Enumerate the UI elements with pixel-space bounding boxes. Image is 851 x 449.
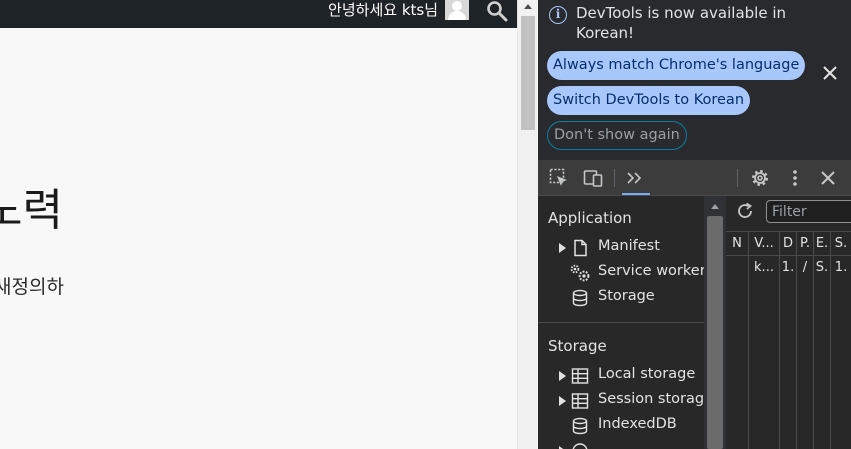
storage-view-panel: N V... k... D 1. P. / E. S. S. 1. [726, 196, 851, 449]
settings-gear-icon[interactable] [750, 168, 770, 188]
devtools-toolbar [538, 160, 851, 196]
database-icon [572, 417, 588, 435]
column-header[interactable]: P. [797, 233, 813, 255]
table-icon [571, 368, 589, 384]
page-subtext: 새정의하 [0, 276, 64, 298]
column-header[interactable]: V... [749, 233, 779, 255]
devtools-panel: i DevTools is now available in Korean! A… [538, 0, 851, 449]
file-icon [574, 239, 587, 257]
refresh-icon[interactable] [735, 201, 755, 221]
sidebar-header-application: Application [548, 209, 632, 227]
data-grid: N V... k... D 1. P. / E. S. S. 1. [726, 231, 851, 449]
column-header[interactable]: S. [831, 233, 851, 255]
infobar-message: DevTools is now available in Korean! [576, 4, 786, 42]
switch-to-korean-button[interactable]: Switch DevTools to Korean [547, 86, 751, 115]
grid-column[interactable]: P. / [797, 232, 814, 449]
grid-cell[interactable]: k... [749, 257, 779, 279]
cookie-icon [572, 443, 588, 449]
sidebar-item-label: Manifest [598, 238, 660, 254]
language-infobar: i DevTools is now available in Korean! A… [538, 0, 851, 160]
web-page: 안녕하세요 kts님 노력 새정의하 [0, 0, 517, 449]
sidebar-item-service-workers[interactable]: Service workers [538, 261, 704, 285]
more-options-icon[interactable] [785, 168, 805, 188]
filter-input[interactable] [766, 200, 851, 223]
sidebar-item-manifest[interactable]: Manifest [538, 236, 704, 260]
grid-cell[interactable]: 1. [831, 257, 851, 279]
grid-column[interactable]: V... k... [749, 232, 780, 449]
grid-cell[interactable]: 1. [780, 257, 796, 279]
always-match-language-button[interactable]: Always match Chrome's language [547, 51, 806, 80]
sidebar-item-label: Session storage [598, 391, 704, 407]
page-scrollbar-thumb[interactable] [521, 16, 535, 130]
gears-icon [570, 264, 590, 282]
user-greeting[interactable]: 안녕하세요 kts님 [328, 0, 438, 22]
column-header[interactable]: N [726, 233, 748, 255]
sidebar-item-storage[interactable]: Storage [538, 286, 704, 310]
grid-cell[interactable] [726, 257, 748, 279]
expand-arrow-icon[interactable] [559, 371, 566, 381]
close-infobar-icon[interactable] [822, 65, 838, 81]
sidebar-scrollbar[interactable] [704, 196, 726, 449]
column-header[interactable]: E. [814, 233, 830, 255]
info-icon: i [549, 6, 567, 24]
page-heading: 노력 [0, 185, 63, 236]
table-icon [571, 393, 589, 409]
grid-column[interactable]: S. 1. [831, 232, 851, 449]
sidebar-scrollbar-thumb[interactable] [707, 216, 723, 449]
expand-arrow-icon[interactable] [559, 243, 566, 253]
grid-column[interactable]: D 1. [780, 232, 797, 449]
avatar-icon[interactable] [445, 0, 469, 20]
sidebar-item-cookies[interactable] [538, 439, 704, 449]
sidebar-item-label: Storage [598, 288, 655, 304]
scroll-up-arrow-icon[interactable] [711, 204, 719, 209]
active-tab-indicator [622, 193, 650, 195]
scroll-up-arrow-icon[interactable] [524, 4, 532, 9]
close-devtools-icon[interactable] [818, 168, 838, 188]
sidebar-item-session-storage[interactable]: Session storage [538, 389, 704, 413]
device-toolbar-icon[interactable] [583, 168, 603, 188]
expand-arrow-icon[interactable] [559, 396, 566, 406]
sidebar-item-label: Local storage [598, 366, 696, 382]
sidebar-item-local-storage[interactable]: Local storage [538, 364, 704, 388]
database-icon [572, 289, 588, 307]
grid-cell[interactable]: / [797, 257, 813, 279]
inspect-element-icon[interactable] [549, 168, 569, 188]
grid-column[interactable]: N [726, 232, 749, 449]
column-header[interactable]: D [780, 233, 796, 255]
sidebar-item-indexeddb[interactable]: IndexedDB [538, 414, 704, 438]
grid-column[interactable]: E. S. [814, 232, 831, 449]
sidebar-header-storage: Storage [548, 337, 607, 355]
site-top-bar: 안녕하세요 kts님 [0, 0, 517, 28]
application-sidebar: Application Manifest Service workers Sto… [538, 196, 704, 449]
grid-cell[interactable]: S. [814, 257, 830, 279]
grid-header-divider [726, 255, 851, 256]
more-tabs-chevron-icon[interactable] [625, 168, 645, 188]
page-scrollbar[interactable] [517, 0, 538, 449]
sidebar-item-label: IndexedDB [598, 416, 677, 432]
sidebar-item-label: Service workers [598, 263, 704, 279]
sidebar-divider [538, 322, 704, 323]
search-icon[interactable] [486, 0, 508, 22]
dont-show-again-button[interactable]: Don't show again [547, 121, 687, 150]
